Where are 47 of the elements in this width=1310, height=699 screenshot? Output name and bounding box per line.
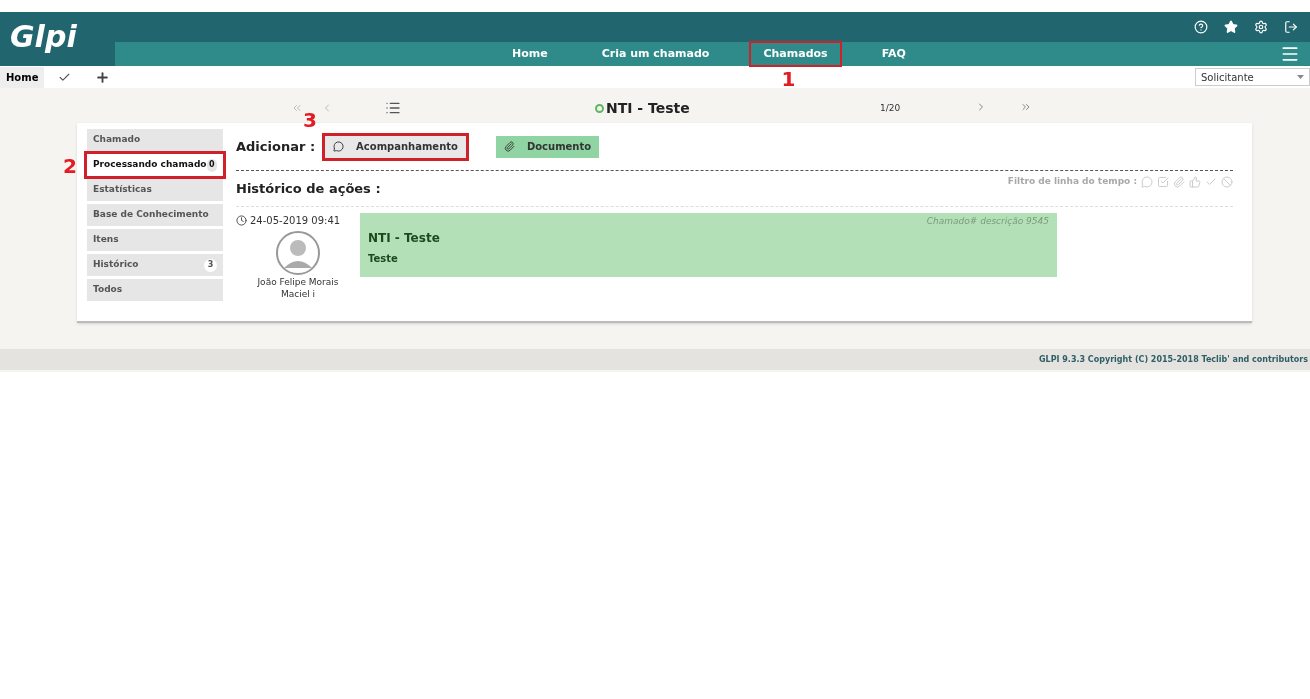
sidebar-tab[interactable]: Itens — [87, 229, 223, 251]
filter-label: Filtro de linha do tempo : — [1007, 174, 1137, 188]
ticket-title: NTI - Teste — [606, 99, 690, 118]
callout-number: 2 — [63, 156, 77, 176]
nav-link[interactable]: Chamados — [751, 42, 840, 66]
logo[interactable]: Glpi — [0, 12, 115, 66]
comment-icon — [333, 141, 345, 152]
nav-link[interactable]: Cria um chamado — [589, 42, 722, 66]
entry-date: 24-05-2019 09:41 — [250, 214, 341, 228]
add-label: Adicionar : — [236, 137, 316, 156]
clock-icon — [236, 215, 247, 226]
sidebar-tab[interactable]: Histórico 3 — [87, 254, 223, 276]
entry-title: NTI - Teste — [368, 229, 441, 247]
help-icon[interactable] — [1194, 20, 1208, 34]
menu-icon[interactable] — [1280, 44, 1300, 64]
sidebar-tab[interactable]: Chamado — [87, 129, 223, 151]
star-icon[interactable] — [1224, 20, 1238, 34]
count-badge: 0 — [206, 158, 217, 172]
entry-meta: Chamado# descrição 9545 — [926, 215, 1049, 228]
logout-icon[interactable] — [1284, 20, 1298, 34]
nav-link[interactable]: Home — [500, 42, 560, 66]
document-button[interactable]: Documento — [495, 135, 600, 158]
callout-number: 1 — [781, 68, 796, 89]
sidebar-tab[interactable]: Estatísticas — [87, 179, 223, 201]
breadcrumb-home[interactable]: Home — [0, 66, 45, 88]
list-icon[interactable] — [385, 100, 401, 116]
settings-icon[interactable] — [1254, 20, 1268, 34]
paperclip-icon — [503, 141, 515, 152]
profile-select[interactable]: Solicitante — [1195, 68, 1310, 86]
copyright-text: GLPI 9.3.3 Copyright (C) 2015-2018 Teclib' and contributors — [1039, 353, 1308, 366]
page-position: 1/20 — [880, 102, 901, 115]
paperclip-filter-icon[interactable] — [1173, 175, 1185, 188]
thumbs-up-filter-icon[interactable] — [1189, 175, 1201, 188]
author-name: João Felipe Morais Maciel i — [256, 276, 340, 300]
sidebar-tab[interactable]: Todos — [87, 279, 223, 301]
sidebar-tab[interactable]: Base de Conhecimento — [87, 204, 223, 226]
avatar-icon — [275, 230, 321, 276]
first-icon[interactable] — [291, 102, 303, 114]
callout-number: 3 — [303, 109, 317, 130]
count-badge: 3 — [204, 258, 217, 272]
history-title: Histórico de ações : — [236, 179, 381, 198]
dropdown-caret-icon — [1297, 75, 1304, 79]
entry-body: Teste — [368, 251, 399, 266]
nav-link[interactable]: FAQ — [869, 42, 918, 66]
add-icon[interactable] — [95, 69, 111, 85]
followup-button[interactable]: Acompanhamento — [325, 135, 466, 158]
last-icon[interactable] — [1020, 101, 1032, 113]
